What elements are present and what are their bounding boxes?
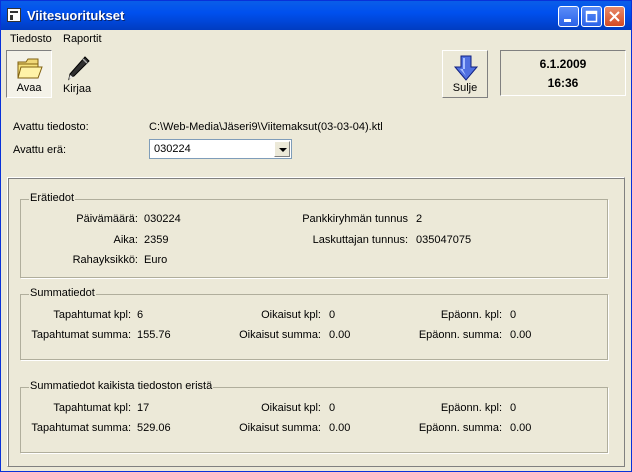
batch-time-label: Aika: xyxy=(113,234,138,246)
all-events-sum-label: Tapahtumat summa: xyxy=(31,422,131,434)
title-bar[interactable]: Viitesuoritukset xyxy=(1,1,631,31)
all-failed-sum-value: 0.00 xyxy=(510,422,532,434)
corrections-count-label: Oikaisut kpl: xyxy=(261,309,321,321)
pen-icon xyxy=(68,56,90,81)
minimize-button[interactable] xyxy=(558,6,579,27)
failed-count-value: 0 xyxy=(510,309,517,321)
events-sum-value: 155.76 xyxy=(137,329,171,341)
close-window-button[interactable] xyxy=(604,6,625,27)
all-events-count-label: Tapahtumat kpl: xyxy=(53,402,131,414)
batch-date-label: Päivämäärä: xyxy=(76,213,138,225)
chevron-down-icon[interactable] xyxy=(274,141,290,157)
batch-select[interactable]: 030224 xyxy=(149,139,292,159)
batch-currency-label: Rahayksikkö: xyxy=(72,254,138,266)
all-failed-sum-label: Epäonn. summa: xyxy=(418,422,502,434)
biller-id-label: Laskuttajan tunnus: xyxy=(312,234,408,246)
app-window-icon[interactable] xyxy=(7,8,21,22)
close-file-button-label: Sulje xyxy=(452,82,478,94)
corrections-sum-label: Oikaisut summa: xyxy=(239,329,321,341)
menu-bar: Tiedosto Raportit xyxy=(1,30,631,48)
all-failed-count-value: 0 xyxy=(510,402,517,414)
menu-tiedosto[interactable]: Tiedosto xyxy=(10,33,52,45)
details-panel: Erätiedot Päivämäärä: 030224 Aika: 2359 … xyxy=(7,177,625,467)
events-count-value: 6 xyxy=(137,309,144,321)
bank-group-value: 2 xyxy=(416,213,423,225)
all-corrections-count-label: Oikaisut kpl: xyxy=(261,402,321,414)
biller-id-value: 035047075 xyxy=(416,234,472,246)
all-corrections-sum-label: Oikaisut summa: xyxy=(239,422,321,434)
summary-legend: Summatiedot xyxy=(29,287,96,299)
batch-select-value: 030224 xyxy=(154,143,191,155)
summary-group: Summatiedot Tapahtumat kpl: 6 Tapahtumat… xyxy=(20,287,608,360)
menu-raportit[interactable]: Raportit xyxy=(63,33,102,45)
close-file-button[interactable]: Sulje xyxy=(442,50,488,98)
window-title: Viitesuoritukset xyxy=(27,8,125,23)
all-failed-count-label: Epäonn. kpl: xyxy=(440,402,502,414)
opened-file-path: C:\Web-Media\Jäseri9\Viitemaksut(03-03-0… xyxy=(149,121,383,133)
events-sum-label: Tapahtumat summa: xyxy=(31,329,131,341)
batch-info-group: Erätiedot Päivämäärä: 030224 Aika: 2359 … xyxy=(20,192,608,278)
folder-icon xyxy=(17,58,43,79)
all-corrections-count-value: 0 xyxy=(329,402,336,414)
open-button-label: Avaa xyxy=(16,82,42,94)
batch-date-value: 030224 xyxy=(144,213,181,225)
summary-all-legend: Summatiedot kaikista tiedoston eristä xyxy=(29,380,214,392)
maximize-icon xyxy=(585,10,598,23)
date-time-display: 6.1.2009 16:36 xyxy=(500,50,626,96)
write-button[interactable]: Kirjaa xyxy=(54,50,100,98)
all-corrections-sum-value: 0.00 xyxy=(329,422,351,434)
close-icon xyxy=(609,11,620,22)
failed-sum-label: Epäonn. summa: xyxy=(418,329,502,341)
summary-all-group: Summatiedot kaikista tiedoston eristä Ta… xyxy=(20,380,608,453)
maximize-button[interactable] xyxy=(581,6,602,27)
opened-file-label: Avattu tiedosto: xyxy=(13,121,89,133)
all-events-count-value: 17 xyxy=(137,402,150,414)
minimize-icon xyxy=(564,19,571,22)
corrections-sum-value: 0.00 xyxy=(329,329,351,341)
failed-count-label: Epäonn. kpl: xyxy=(440,309,502,321)
batch-info-legend: Erätiedot xyxy=(29,192,76,204)
app-window: Viitesuoritukset Tiedosto Raportit Avaa xyxy=(0,0,632,472)
batch-time-value: 2359 xyxy=(144,234,169,246)
current-time: 16:36 xyxy=(547,76,579,90)
current-date: 6.1.2009 xyxy=(539,57,587,71)
toolbar: Avaa Kirjaa Sulje 6.1.2009 16:36 xyxy=(1,48,631,102)
corrections-count-value: 0 xyxy=(329,309,336,321)
events-count-label: Tapahtumat kpl: xyxy=(53,309,131,321)
all-events-sum-value: 529.06 xyxy=(137,422,171,434)
opened-batch-label: Avattu erä: xyxy=(13,144,66,156)
batch-currency-value: Euro xyxy=(144,254,168,266)
write-button-label: Kirjaa xyxy=(62,83,92,95)
failed-sum-value: 0.00 xyxy=(510,329,532,341)
bank-group-label: Pankkiryhmän tunnus xyxy=(302,213,408,225)
arrow-down-icon xyxy=(453,55,479,81)
open-button[interactable]: Avaa xyxy=(6,50,52,98)
